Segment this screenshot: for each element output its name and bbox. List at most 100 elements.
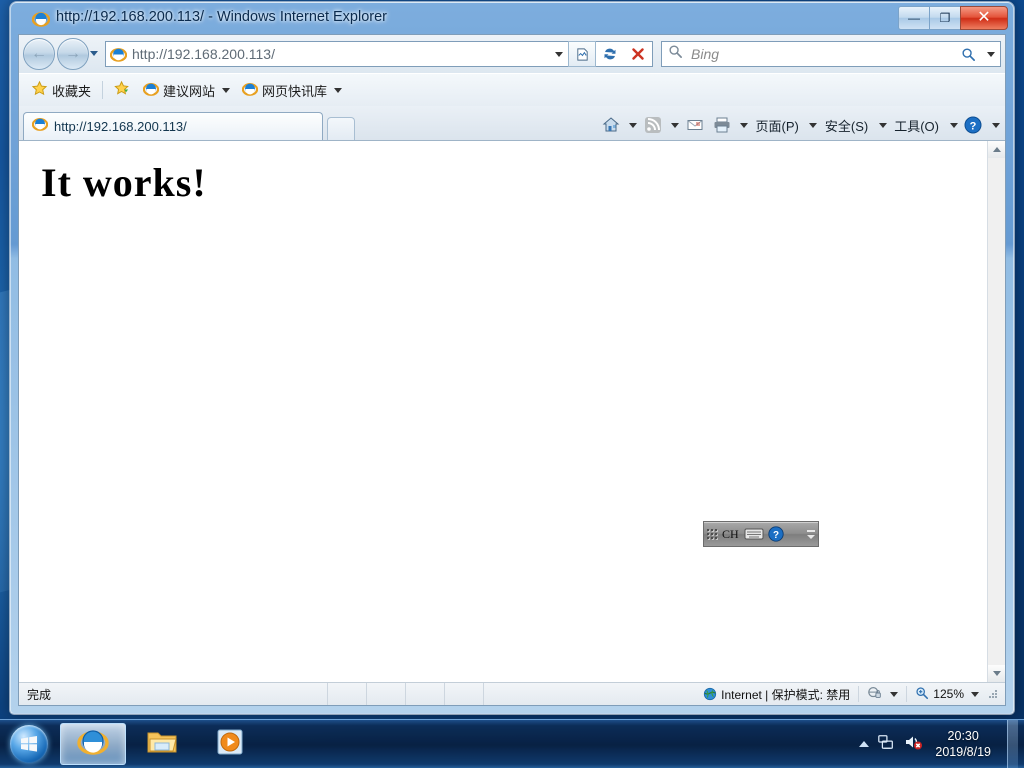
desktop: http://192.168.200.113/ - Windows Intern… [0, 0, 1024, 768]
search-box[interactable]: Bing [661, 41, 1001, 67]
chevron-down-icon [671, 122, 680, 128]
vertical-scrollbar[interactable] [987, 141, 1005, 682]
rss-feed-icon[interactable] [640, 113, 666, 137]
home-icon[interactable] [598, 113, 624, 137]
maximize-icon: ❐ [939, 11, 951, 25]
internet-explorer-window: http://192.168.200.113/ - Windows Intern… [10, 2, 1014, 714]
search-input[interactable]: Bing [691, 46, 954, 62]
chevron-down-icon [90, 51, 98, 56]
page-dropdown-button[interactable] [805, 113, 819, 137]
back-arrow-icon: ← [31, 45, 47, 62]
taskbar-internet-explorer[interactable] [60, 723, 126, 765]
feeds-dropdown-button[interactable] [667, 113, 681, 137]
network-icon[interactable] [877, 733, 895, 756]
toolbar-separator [102, 81, 104, 99]
language-bar-controls[interactable] [804, 522, 818, 546]
chevron-down-icon [222, 87, 231, 93]
status-segment [444, 683, 483, 705]
title-bar[interactable]: http://192.168.200.113/ - Windows Intern… [10, 2, 1014, 36]
volume-muted-icon[interactable] [903, 733, 923, 756]
tools-dropdown-button[interactable] [945, 113, 959, 137]
favorites-item-1[interactable]: 网页快讯库 [236, 78, 348, 102]
chevron-down-icon [949, 122, 958, 128]
search-go-icon[interactable] [954, 41, 982, 67]
window-client-area: ← → http://192.168.200.113/ Bing 收藏夹 建议网… [18, 34, 1006, 706]
menu-safety[interactable]: 安全(S) [820, 116, 873, 135]
minimize-button[interactable]: — [898, 6, 929, 30]
drag-handle-icon[interactable] [706, 525, 718, 543]
recent-pages-button[interactable] [89, 39, 101, 69]
scroll-up-button[interactable] [988, 141, 1005, 158]
clock-time: 20:30 [947, 729, 979, 743]
scroll-down-button[interactable] [988, 665, 1005, 682]
address-input[interactable]: http://192.168.200.113/ [132, 46, 550, 62]
status-separator [858, 686, 860, 702]
show-hidden-icons-arrow[interactable] [859, 741, 870, 747]
refresh-icon[interactable] [596, 41, 624, 67]
window-title: http://192.168.200.113/ - Windows Intern… [56, 9, 388, 25]
chevron-down-icon [555, 52, 563, 57]
close-icon: ✕ [977, 9, 991, 26]
ie-logo-icon [109, 46, 128, 63]
address-bar[interactable]: http://192.168.200.113/ [105, 41, 653, 67]
chevron-down-icon[interactable] [890, 691, 899, 697]
print-dropdown-button[interactable] [736, 113, 750, 137]
favorites-bar: 收藏夹 建议网站 网页快讯库 [19, 73, 1005, 106]
clock[interactable]: 20:30 2019/8/19 [931, 728, 999, 760]
forward-button[interactable]: → [57, 38, 89, 70]
security-zone-area[interactable]: Internet | 保护模式: 禁用 125% [703, 685, 1005, 704]
status-segment [483, 683, 522, 705]
compatibility-view-icon[interactable] [568, 41, 596, 67]
triangle-down-icon [992, 671, 1001, 676]
window-controls: — ❐ ✕ [898, 6, 1008, 30]
chevron-down-icon[interactable] [971, 691, 979, 697]
taskbar-media-player[interactable] [198, 724, 262, 764]
windows-start-orb[interactable] [2, 722, 56, 766]
maximize-button[interactable]: ❐ [929, 6, 960, 30]
show-desktop-button[interactable] [1007, 720, 1018, 768]
chevron-down-icon [740, 122, 749, 128]
safety-dropdown-button[interactable] [874, 113, 888, 137]
navigation-toolbar: ← → http://192.168.200.113/ Bing [19, 35, 1005, 73]
zoom-level-label: 125% [933, 687, 964, 701]
menu-page[interactable]: 页面(P) [751, 116, 804, 135]
page-viewport: It works! CH ? [19, 140, 1005, 682]
help-icon[interactable]: ? [960, 113, 986, 137]
search-provider-dropdown[interactable] [982, 42, 1000, 66]
ime-help-icon[interactable]: ? [765, 525, 787, 543]
taskbar-windows-explorer[interactable] [130, 724, 194, 764]
tab-active[interactable]: http://192.168.200.113/ [23, 112, 323, 140]
favorites-item-0[interactable]: 建议网站 [137, 78, 236, 102]
address-dropdown-button[interactable] [550, 42, 568, 66]
triangle-up-icon [992, 147, 1001, 152]
chevron-down-icon[interactable] [807, 534, 815, 539]
zoom-magnifier-icon[interactable] [915, 686, 929, 703]
minimize-icon[interactable] [807, 529, 815, 532]
print-icon[interactable] [709, 113, 735, 137]
favorites-center-button[interactable]: 收藏夹 [25, 78, 97, 102]
language-bar[interactable]: CH ? [703, 521, 819, 547]
status-segment [327, 683, 366, 705]
favorites-item-label: 建议网站 [163, 83, 216, 99]
close-button[interactable]: ✕ [960, 6, 1008, 30]
ie-logo-icon [77, 726, 109, 763]
keyboard-icon[interactable] [743, 525, 765, 543]
help-dropdown-button[interactable] [987, 113, 1001, 137]
chevron-down-icon [878, 122, 887, 128]
new-tab-button[interactable] [327, 117, 355, 140]
stop-icon[interactable] [624, 41, 652, 67]
mail-icon[interactable] [682, 113, 708, 137]
input-language-label[interactable]: CH [718, 527, 743, 542]
privacy-report-icon[interactable] [867, 685, 883, 704]
back-button[interactable]: ← [23, 38, 55, 70]
status-separator [906, 686, 908, 702]
chevron-down-icon [334, 87, 343, 93]
chevron-down-icon [987, 52, 995, 57]
system-tray: 20:30 2019/8/19 [859, 720, 1024, 768]
home-dropdown-button[interactable] [625, 113, 639, 137]
security-zone-text: Internet | 保护模式: 禁用 [721, 687, 851, 702]
add-to-favorites-bar-button[interactable] [108, 78, 137, 102]
start-orb-icon [10, 725, 48, 763]
resize-grip[interactable] [987, 688, 999, 700]
menu-tools[interactable]: 工具(O) [889, 116, 944, 135]
